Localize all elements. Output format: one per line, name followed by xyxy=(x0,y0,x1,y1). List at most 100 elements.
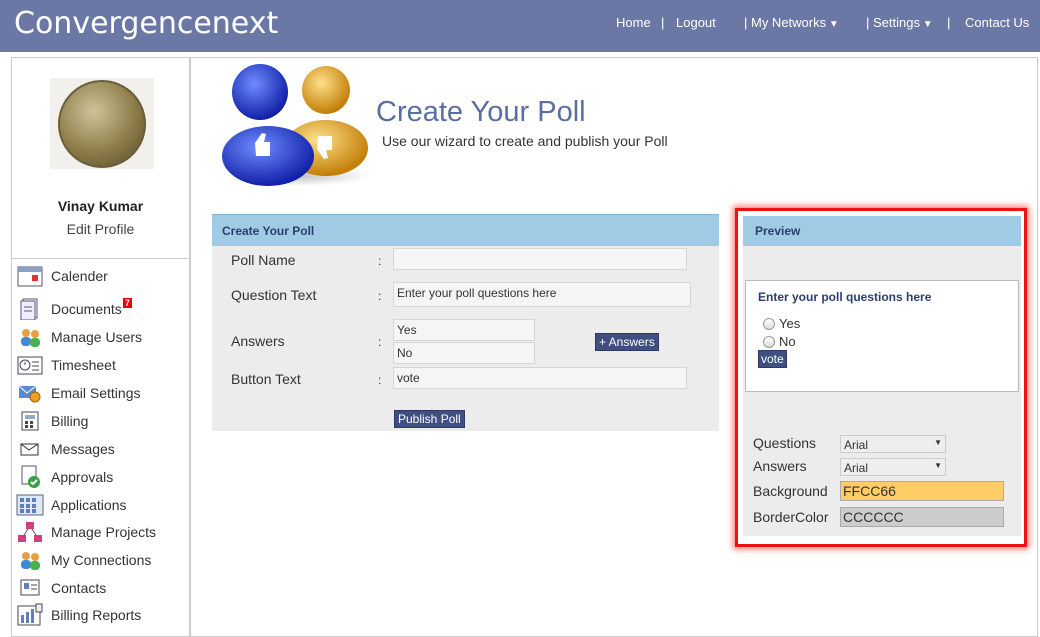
answers-label: Answers xyxy=(231,333,285,349)
sidebar-item-label: Documents xyxy=(51,301,122,317)
poll-thumbs-icon xyxy=(218,60,372,188)
sidebar-item-label: Billing Reports xyxy=(51,607,142,623)
preview-option-no[interactable]: No xyxy=(763,334,796,349)
poll-preview-box: Enter your poll questions here Yes No vo… xyxy=(745,280,1019,392)
contacts-icon xyxy=(16,576,44,600)
question-text-input[interactable]: Enter your poll questions here xyxy=(393,282,691,307)
background-color-input[interactable]: FFCC66 xyxy=(840,481,1004,501)
questions-font-label: Questions xyxy=(753,435,817,451)
create-poll-form: Create Your Poll Poll Name : Question Te… xyxy=(212,214,719,431)
applications-icon xyxy=(16,493,44,517)
billing-icon xyxy=(16,409,44,433)
sidebar-item-messages[interactable]: Messages xyxy=(16,436,115,462)
sidebar-item-timesheet[interactable]: Timesheet xyxy=(16,352,116,378)
colon: : xyxy=(378,254,382,268)
timesheet-icon xyxy=(16,353,44,377)
answers-font-select[interactable]: Arial ▼ xyxy=(840,458,946,476)
preview-option-yes[interactable]: Yes xyxy=(763,316,800,331)
preview-question: Enter your poll questions here xyxy=(758,290,932,304)
poll-name-input[interactable] xyxy=(393,248,687,270)
connections-icon xyxy=(16,548,44,572)
nav-separator: | xyxy=(661,15,665,30)
sidebar-item-my-connections[interactable]: My Connections xyxy=(16,547,151,573)
edit-profile-link[interactable]: Edit Profile xyxy=(12,221,189,237)
nav-home-link[interactable]: Home xyxy=(616,15,651,30)
background-label: Background xyxy=(753,483,828,499)
colon: : xyxy=(378,335,382,349)
approvals-icon xyxy=(16,465,44,489)
nav-logout-link[interactable]: Logout xyxy=(676,15,716,30)
dropdown-arrow-icon: ▼ xyxy=(934,438,942,447)
sidebar: Vinay Kumar Edit Profile Calender Docume… xyxy=(11,57,190,637)
sidebar-item-label: Timesheet xyxy=(51,357,116,373)
user-name: Vinay Kumar xyxy=(57,198,144,214)
vote-button[interactable]: vote xyxy=(758,350,787,368)
page-title: Create Your Poll xyxy=(376,96,586,128)
email-settings-icon xyxy=(16,381,44,405)
documents-icon xyxy=(16,297,44,321)
preview-heading: Preview xyxy=(743,216,1021,246)
colon: : xyxy=(378,289,382,303)
sidebar-item-applications[interactable]: Applications xyxy=(16,492,127,518)
select-value: Arial xyxy=(844,461,869,475)
coin-image xyxy=(58,79,146,168)
divider xyxy=(12,258,189,259)
poll-name-label: Poll Name xyxy=(231,252,296,268)
answer-input-2[interactable]: No xyxy=(393,342,535,364)
sidebar-item-label: Applications xyxy=(51,497,127,513)
sidebar-item-billing-reports[interactable]: Billing Reports xyxy=(16,602,141,628)
caret-down-icon: ▼ xyxy=(826,19,839,30)
questions-font-select[interactable]: Arial ▼ xyxy=(840,435,946,453)
nav-separator: | xyxy=(947,15,951,30)
sidebar-item-email-settings[interactable]: Email Settings xyxy=(16,380,140,406)
border-color-label: BorderColor xyxy=(753,509,829,525)
sidebar-item-documents[interactable]: Documents 7 xyxy=(16,296,132,322)
option-label: No xyxy=(779,334,796,349)
page-subtitle: Use our wizard to create and publish you… xyxy=(382,133,668,149)
sidebar-item-label: Approvals xyxy=(51,469,114,485)
sidebar-item-label: Manage Projects xyxy=(51,524,157,540)
users-icon xyxy=(16,325,44,349)
sidebar-item-approvals[interactable]: Approvals xyxy=(16,464,113,490)
preview-panel: Preview Enter your poll questions here Y… xyxy=(743,216,1021,536)
sidebar-item-manage-users[interactable]: Manage Users xyxy=(16,324,142,350)
border-color-input[interactable]: CCCCCC xyxy=(840,507,1004,527)
avatar[interactable] xyxy=(50,78,154,169)
question-text-label: Question Text xyxy=(231,287,317,303)
add-answers-button[interactable]: + Answers xyxy=(595,333,659,351)
nav-settings-link[interactable]: | Settings ▼ xyxy=(866,15,933,30)
top-navigation-bar: Convergencenext Home | Logout | My Netwo… xyxy=(0,0,1040,52)
button-text-label: Button Text xyxy=(231,371,301,387)
calendar-icon xyxy=(16,264,44,288)
colon: : xyxy=(378,373,382,387)
sidebar-item-label: My Connections xyxy=(51,552,152,568)
sidebar-item-contacts[interactable]: Contacts xyxy=(16,575,106,601)
sidebar-item-manage-projects[interactable]: Manage Projects xyxy=(16,519,156,545)
messages-icon xyxy=(16,437,44,461)
sidebar-item-label: Billing xyxy=(51,413,89,429)
publish-poll-button[interactable]: Publish Poll xyxy=(394,410,465,428)
caret-down-icon: ▼ xyxy=(919,19,933,30)
answers-font-label: Answers xyxy=(753,458,807,474)
dropdown-arrow-icon: ▼ xyxy=(934,461,942,470)
option-label: Yes xyxy=(779,316,801,331)
nav-my-networks-link[interactable]: | My Networks ▼ xyxy=(744,15,839,30)
billing-reports-icon xyxy=(16,603,44,627)
radio-button[interactable] xyxy=(763,335,775,348)
sidebar-item-billing[interactable]: Billing xyxy=(16,408,88,434)
projects-icon xyxy=(16,520,44,544)
radio-button[interactable] xyxy=(763,317,775,330)
sidebar-item-label: Calender xyxy=(51,268,108,284)
preview-highlight: Preview Enter your poll questions here Y… xyxy=(735,208,1027,547)
button-text-input[interactable]: vote xyxy=(393,367,687,389)
sidebar-item-label: Manage Users xyxy=(51,329,143,345)
documents-count-badge: 7 xyxy=(122,298,132,308)
brand-logo[interactable]: Convergencenext xyxy=(14,6,278,41)
sidebar-item-calender[interactable]: Calender xyxy=(16,263,108,289)
sidebar-item-label: Email Settings xyxy=(51,385,141,401)
form-heading: Create Your Poll xyxy=(212,214,719,246)
select-value: Arial xyxy=(844,438,869,452)
sidebar-item-label: Messages xyxy=(51,441,115,457)
nav-contact-us-link[interactable]: Contact Us xyxy=(965,15,1029,30)
answer-input-1[interactable]: Yes xyxy=(393,319,535,341)
